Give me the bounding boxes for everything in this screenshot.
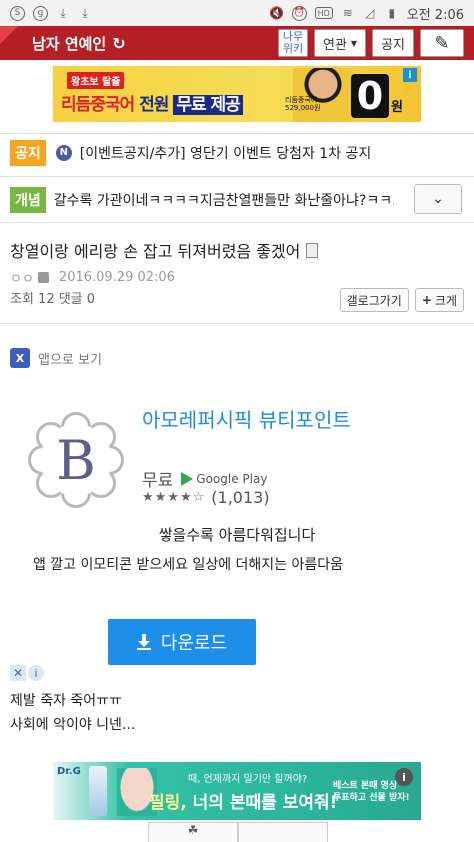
mute-icon: 🔇 — [269, 6, 285, 20]
download-icon: ⤓ — [60, 5, 66, 20]
ad-line1: 때, 언제까지 밀기만 할꺼야? — [188, 774, 308, 785]
alarm-icon: ⏰ — [291, 5, 307, 21]
gallery-title[interactable]: 남자 연예인 ↻ — [32, 33, 126, 54]
gallery-name: 남자 연예인 — [32, 34, 107, 53]
app-slogan: 쌓을수록 아름다워집니다 — [158, 526, 316, 544]
battery-icon: ▮ — [388, 6, 396, 20]
s-icon: S — [10, 5, 25, 21]
ad-line2: 필링, 너의 본때를 보여줘! — [149, 793, 338, 813]
author-name[interactable]: ㅇㅇ — [10, 268, 34, 287]
related-button[interactable]: 연관 ▼ — [314, 29, 367, 57]
concept-row[interactable]: 개념 갈수록 가관이네ㅋㅋㅋㅋ지금찬열팬들만 화난줄아냐?ㅋㅋ... ⌄ — [0, 176, 474, 222]
notice-button[interactable]: 공지 — [372, 29, 414, 57]
post-title: 창열이랑 에리랑 손 잡고 뒤져버렸음 좋겠어 — [10, 238, 319, 262]
write-button[interactable]: ✎ — [420, 29, 464, 57]
bottom-tabs: ☘ — [148, 822, 328, 842]
gallery-header: 남자 연예인 ↻ 나무 위키 연관 ▼ 공지 ✎ — [0, 26, 474, 60]
app-rating: ★★★★☆ (1,013) — [142, 488, 270, 507]
g-icon: g — [33, 5, 48, 21]
google-play-logo: Google Play — [181, 471, 267, 486]
ad-badge: 왕초보 탈출 — [67, 72, 125, 89]
bottom-tab-icon[interactable]: ☘ — [148, 822, 238, 842]
status-bar: S g ⤓ ⤓ 🔇 ⏰ HD ≋ ◿ ▮ 오전 2:06 — [0, 0, 474, 26]
wifi-icon: ≋ — [342, 6, 353, 20]
clock: 오전 2:06 — [406, 7, 464, 23]
ad-won: 원 — [391, 100, 403, 115]
app-description: 앱 깔고 이모티콘 받으세요 일상에 더해지는 아름다움 — [32, 557, 344, 573]
top-banner-ad[interactable]: 왕초보 탈출 리듬중국어 전원 무료 제공 리듬중국어 529,000원 0 원… — [53, 66, 421, 122]
download-icon: ⤓ — [82, 5, 88, 20]
adchoices-info-icon[interactable]: i — [28, 665, 44, 681]
post-date: 2016.09.29 02:06 — [58, 270, 175, 285]
new-badge-icon: N — [55, 144, 72, 161]
ad-brand-logo: Dr.G — [57, 766, 81, 777]
caret-down-icon: ▼ — [350, 38, 358, 48]
post-body-line: 사회에 악이야 니넨... — [10, 717, 136, 733]
refresh-icon[interactable]: ↻ — [112, 34, 125, 53]
notice-text: [이벤트공지/추가] 영단기 이벤트 당첨자 1차 공지 — [79, 145, 372, 162]
concept-text: 갈수록 가관이네ㅋㅋㅋㅋ지금찬열팬들만 화난줄아냐?ㅋㅋ... — [53, 192, 394, 209]
hd-icon: HD — [314, 7, 333, 19]
app-x-icon: X — [10, 348, 30, 368]
post-stats: 조회 12 댓글 0 — [10, 292, 96, 307]
expand-button[interactable]: ⌄ — [414, 184, 462, 214]
ad-model-image — [293, 68, 353, 122]
document-icon — [306, 242, 319, 258]
post-meta: ㅇㅇ 2016.09.29 02:06 — [10, 268, 175, 287]
signal-icon: ◿ — [365, 6, 375, 20]
ad-headline: 리듬중국어 전원 무료 제공 — [61, 90, 243, 115]
pencil-icon: ✎ — [434, 32, 450, 54]
font-bigger-button[interactable]: + 크게 — [414, 288, 464, 312]
ad-zero: 0 — [351, 74, 389, 118]
plus-icon: + — [421, 293, 432, 307]
namu-wiki-button[interactable]: 나무 위키 — [278, 29, 308, 57]
view-in-app[interactable]: X 앱으로 보기 — [10, 348, 102, 368]
user-icon — [37, 272, 49, 283]
corner-ribbon — [0, 26, 18, 44]
bottom-banner-ad[interactable]: Dr.G 때, 언제까지 밀기만 할꺼야? 필링, 너의 본때를 보여줘! 베스… — [53, 762, 421, 820]
rating-count: (1,013) — [211, 488, 270, 507]
gallog-button[interactable]: 갤로그가기 — [339, 288, 409, 312]
ad-info-icon[interactable]: i — [395, 768, 413, 786]
star-rating-icon: ★★★★☆ — [142, 490, 206, 505]
concept-tag: 개념 — [10, 186, 46, 213]
chevron-down-icon: ⌄ — [432, 191, 444, 207]
app-name[interactable]: 아모레퍼시픽 뷰티포인트 — [142, 406, 362, 434]
download-button[interactable]: 다운로드 — [108, 619, 256, 665]
bottom-tab[interactable] — [238, 822, 328, 842]
ad-info-icon[interactable]: i — [403, 68, 417, 82]
close-ad-icon[interactable]: ✕ — [10, 665, 26, 681]
ad-product-image — [89, 766, 107, 816]
post-body-line: 제발 죽자 죽어ㅠㅠ — [10, 693, 122, 709]
ad-small-price: 리듬중국어 529,000원 — [285, 96, 321, 112]
google-play-icon — [181, 471, 194, 486]
app-logo-icon[interactable]: B — [28, 412, 124, 508]
notice-tag: 공지 — [10, 139, 46, 166]
download-icon — [136, 634, 151, 650]
notice-row[interactable]: 공지 N [이벤트공지/추가] 영단기 이벤트 당첨자 1차 공지 — [0, 133, 474, 171]
ad-controls: ✕ i — [10, 665, 44, 681]
